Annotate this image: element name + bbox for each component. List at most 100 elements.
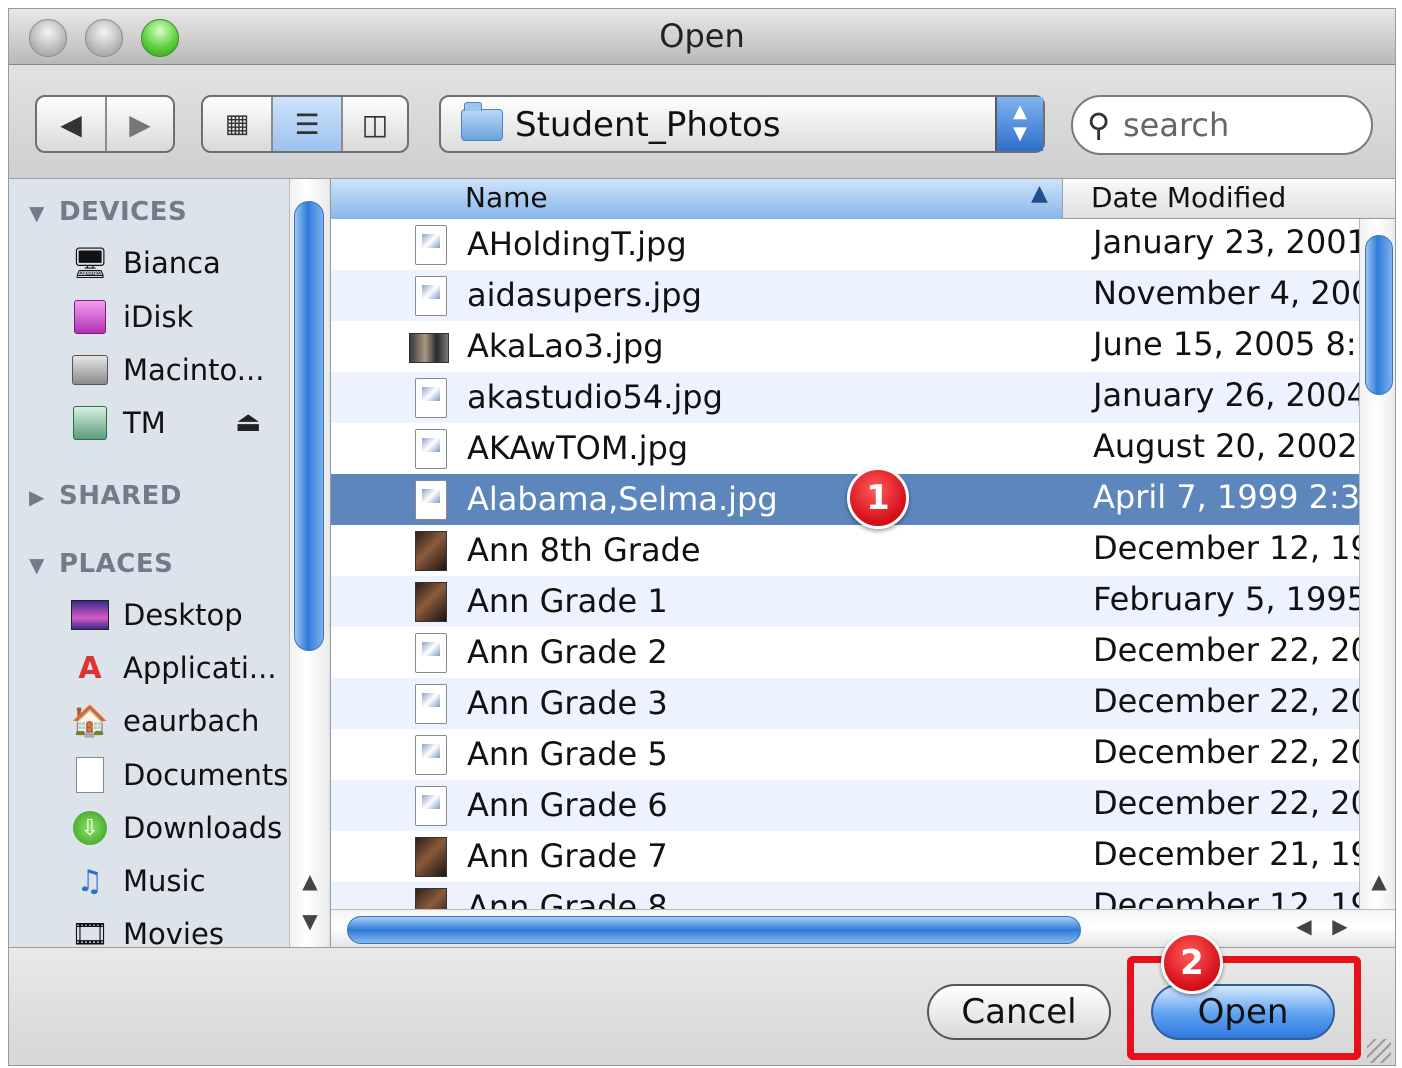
music-icon: ♫ (76, 863, 104, 899)
scroll-up-icon[interactable]: ▲ (1360, 869, 1395, 903)
sidebar-item-macintosh[interactable]: Macinto... (69, 348, 264, 392)
file-list: Name ▲ Date Modified AHoldingT.jpg Janua… (331, 179, 1395, 909)
back-button[interactable]: ◀ (37, 97, 107, 151)
image-document-icon (415, 786, 447, 826)
cancel-button[interactable]: Cancel (927, 984, 1111, 1040)
sidebar-item-label: TM (123, 406, 166, 440)
view-mode-control: ▦ ☰ ◫ (201, 95, 409, 153)
image-document-icon (415, 684, 447, 724)
forward-button[interactable]: ▶ (107, 97, 173, 151)
scroll-right-icon[interactable]: ▶ (1323, 914, 1357, 944)
table-row[interactable]: AkaLao3.jpg June 15, 2005 8: (331, 321, 1359, 372)
table-row-selected[interactable]: Alabama,Selma.jpg April 7, 1999 2:3 (331, 474, 1359, 525)
scroll-up-icon[interactable]: ▲ (290, 869, 330, 905)
right-arrow-icon: ▶ (129, 107, 151, 141)
window-title: Open (659, 17, 745, 55)
title-bar: Open (9, 9, 1395, 65)
image-document-icon (415, 480, 447, 520)
icon-view-icon: ▦ (224, 109, 250, 139)
sidebar-section-devices[interactable]: ▼ DEVICES (29, 197, 187, 227)
sidebar-item-applications[interactable]: A Applicati... (69, 646, 277, 690)
list-header: Name ▲ Date Modified (331, 179, 1395, 219)
photo-thumbnail-icon (415, 582, 447, 622)
disclosure-open-icon: ▼ (29, 553, 45, 577)
sidebar-item-label: Documents (123, 758, 289, 792)
sidebar-item-movies[interactable]: 🎞 Movies (69, 912, 224, 948)
column-view-icon: ◫ (361, 107, 389, 141)
sidebar-section-shared[interactable]: ▶ SHARED (29, 481, 182, 511)
image-document-icon (415, 276, 447, 316)
sidebar-item-documents[interactable]: Documents (69, 753, 288, 797)
eject-icon[interactable]: ⏏ (235, 405, 261, 438)
list-view-button[interactable]: ☰ (273, 97, 343, 151)
applications-icon: A (78, 650, 102, 686)
table-row[interactable]: AKAwTOM.jpg August 20, 2002 (331, 423, 1359, 474)
table-row[interactable]: Ann Grade 6 December 22, 20 (331, 780, 1359, 831)
sidebar-item-eaurbach[interactable]: 🏠 eaurbach (69, 699, 259, 743)
icon-view-button[interactable]: ▦ (203, 97, 273, 151)
image-document-icon (415, 735, 447, 775)
table-row[interactable]: akastudio54.jpg January 26, 2004 (331, 372, 1359, 423)
table-row[interactable]: Ann Grade 2 December 22, 20 (331, 627, 1359, 678)
step-2-callout: 2 (1161, 932, 1223, 994)
sidebar-item-music[interactable]: ♫ Music (69, 859, 206, 903)
vertical-scroll-thumb[interactable] (1365, 235, 1393, 395)
path-popup[interactable]: Student_Photos ▲ ▼ (439, 95, 1045, 153)
sidebar-item-label: Music (123, 864, 206, 898)
folder-icon (461, 102, 503, 141)
sidebar-item-label: eaurbach (123, 704, 260, 738)
sidebar-item-label: Applicati... (123, 651, 277, 685)
list-view-icon: ☰ (294, 107, 320, 141)
sidebar-item-label: iDisk (123, 300, 194, 334)
computer-icon: 🖥 (70, 245, 110, 281)
sidebar-item-tm[interactable]: TM (69, 401, 166, 445)
table-row[interactable]: Ann Grade 8 December 12, 19 (331, 882, 1359, 909)
disclosure-closed-icon: ▶ (29, 485, 45, 509)
table-row[interactable]: Ann Grade 1 February 5, 1995 (331, 576, 1359, 627)
toolbar: ◀ ▶ ▦ ☰ ◫ Student_Photos ▲ ▼ ⚲ (9, 65, 1395, 179)
file-list-horizontal-scrollbar[interactable]: ◀ ▶ (331, 909, 1395, 947)
date-modified-column-header[interactable]: Date Modified (1091, 181, 1286, 214)
sidebar-item-label: Movies (123, 917, 224, 947)
open-dialog: Open ◀ ▶ ▦ ☰ ◫ Student_Photos ▲ ▼ ⚲ sear… (8, 8, 1396, 1066)
back-forward-control: ◀ ▶ (35, 95, 175, 153)
horizontal-scroll-thumb[interactable] (347, 916, 1081, 944)
table-row[interactable]: AHoldingT.jpg January 23, 2001 (331, 219, 1359, 270)
scroll-down-icon[interactable]: ▼ (290, 909, 330, 945)
table-row[interactable]: Ann Grade 5 December 22, 20 (331, 729, 1359, 780)
sidebar: ▼ DEVICES 🖥 Bianca iDisk Macinto... TM ⏏ … (9, 179, 331, 947)
column-view-button[interactable]: ◫ (343, 97, 407, 151)
search-input[interactable] (1123, 103, 1363, 147)
sidebar-item-downloads[interactable]: ⇩ Downloads (69, 806, 282, 850)
sidebar-item-label: Desktop (123, 598, 243, 632)
home-icon: 🏠 (71, 703, 109, 739)
sidebar-item-label: Macinto... (123, 353, 265, 387)
documents-icon (69, 755, 111, 795)
sidebar-scrollbar[interactable]: ▲ ▼ (289, 179, 329, 947)
sidebar-scroll-thumb[interactable] (294, 201, 324, 651)
popup-arrows-icon: ▲ ▼ (995, 97, 1043, 151)
desktop-icon (69, 595, 111, 635)
sort-ascending-icon: ▲ (1031, 181, 1048, 206)
step-1-callout: 1 (847, 467, 909, 529)
file-list-vertical-scrollbar[interactable]: ▲ (1359, 219, 1395, 909)
photo-thumbnail-icon (415, 837, 447, 877)
sidebar-item-label: Downloads (123, 811, 283, 845)
left-arrow-icon: ◀ (60, 107, 82, 141)
table-row[interactable]: Ann 8th Grade December 12, 19 (331, 525, 1359, 576)
sidebar-item-desktop[interactable]: Desktop (69, 593, 243, 637)
sidebar-item-idisk[interactable]: iDisk (69, 295, 193, 339)
downloads-icon: ⇩ (69, 808, 111, 848)
sidebar-item-bianca[interactable]: 🖥 Bianca (69, 241, 221, 285)
image-document-icon (415, 429, 447, 469)
scroll-left-icon[interactable]: ◀ (1287, 914, 1321, 944)
image-document-icon (415, 225, 447, 265)
image-document-icon (415, 633, 447, 673)
resize-grip-icon[interactable] (1367, 1039, 1391, 1063)
idisk-icon (69, 297, 111, 337)
table-row[interactable]: Ann Grade 7 December 21, 19 (331, 831, 1359, 882)
name-column-header[interactable]: Name ▲ (331, 179, 1063, 219)
table-row[interactable]: aidasupers.jpg November 4, 200 (331, 270, 1359, 321)
table-row[interactable]: Ann Grade 3 December 22, 20 (331, 678, 1359, 729)
sidebar-section-places[interactable]: ▼ PLACES (29, 549, 173, 579)
